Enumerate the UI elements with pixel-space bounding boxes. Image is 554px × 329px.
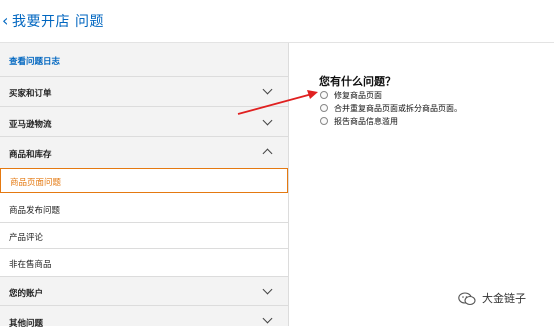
chevron-left-icon[interactable]: ‹ [2,11,8,30]
sidebar-item-listing-issues[interactable]: 商品页面问题 [0,168,288,193]
chevron-down-icon [262,284,273,295]
chevron-down-icon [262,84,273,95]
sidebar-item-label: 产品评论 [9,233,44,243]
wechat-icon [458,292,476,306]
sidebar-item-publishing-issues[interactable]: 商品发布问题 [0,193,288,223]
main-panel: 您有什么问题？ 修复商品页面 合并重复商品页面或拆分商品页面。 报告商品信息滥用 [289,43,554,326]
view-issue-log-link[interactable]: 查看问题日志 [0,43,288,77]
sidebar-item-label: 非在售商品 [9,260,52,270]
header: ‹ 我要开店 问题 [0,0,554,43]
sidebar-section-label: 其他问题 [9,319,44,329]
sidebar-item-label: 商品发布问题 [9,206,61,216]
sidebar-section-label: 您的账户 [9,289,44,299]
sidebar-section-label: 亚马逊物流 [9,120,52,130]
option-label: 报告商品信息滥用 [334,117,398,126]
sidebar-section-other[interactable]: 其他问题 [0,306,288,329]
option-label: 合并重复商品页面或拆分商品页面。 [334,104,462,113]
radio-button[interactable] [320,91,328,99]
sidebar-section-fba[interactable]: 亚马逊物流 [0,107,288,137]
radio-button[interactable] [320,117,328,125]
option-label: 修复商品页面 [334,91,382,100]
chevron-down-icon [262,115,273,126]
question-title: 您有什么问题？ [319,75,396,88]
sidebar-section-inventory[interactable]: 商品和库存 [0,137,288,168]
sidebar-section-label: 买家和订单 [9,89,52,99]
sidebar: 查看问题日志 买家和订单 亚马逊物流 商品和库存 商品页面问题 商品发布问题 产… [0,43,289,329]
radio-button[interactable] [320,104,328,112]
view-issue-log-label: 查看问题日志 [9,57,61,67]
sidebar-section-label: 商品和库存 [9,150,52,160]
sidebar-section-account[interactable]: 您的账户 [0,277,288,306]
chevron-up-icon [262,148,273,159]
sidebar-item-inactive-listings[interactable]: 非在售商品 [0,249,288,277]
chevron-down-icon [262,313,273,324]
sidebar-section-orders[interactable]: 买家和订单 [0,77,288,107]
page-title: 我要开店 问题 [12,14,104,30]
watermark-text: 大金链子 [482,292,526,305]
sidebar-item-product-reviews[interactable]: 产品评论 [0,223,288,249]
sidebar-item-label: 商品页面问题 [10,178,62,188]
